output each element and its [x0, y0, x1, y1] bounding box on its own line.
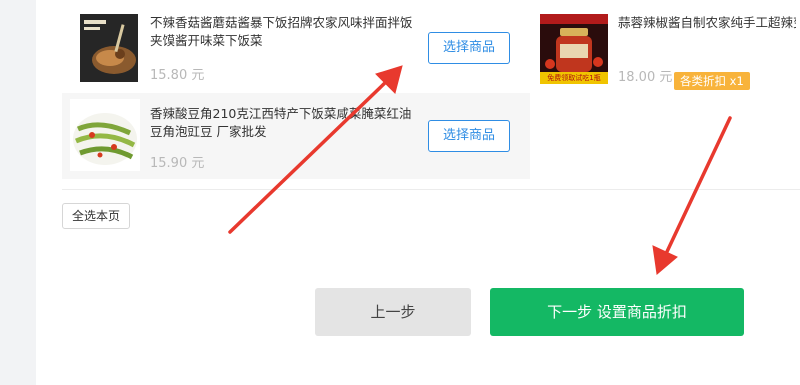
select-product-button-1[interactable]: 选择商品 [428, 32, 510, 64]
select-product-button-3[interactable]: 选择商品 [428, 120, 510, 152]
select-all-page-button[interactable]: 全选本页 [62, 203, 130, 229]
product-thumbnail-3 [70, 99, 140, 171]
product-price-3: 15.90 元 [150, 156, 205, 171]
pickled-beans-bowl-photo-icon [70, 99, 140, 171]
product-title-3: 香辣酸豆角210克江西特产下饭菜咸菜腌菜红油豆角泡豇豆 厂家批发 [150, 106, 412, 139]
product-card-3: 香辣酸豆角210克江西特产下饭菜咸菜腌菜红油豆角泡豇豆 厂家批发 15.90 元… [62, 93, 530, 179]
discount-badge: 各类折扣 x1 [674, 72, 750, 90]
product-card-1: 不辣香菇酱蘑菇酱暴下饭招牌农家风味拌面拌饭夹馍酱开味菜下饭菜 15.80 元 选… [62, 8, 530, 88]
product-price-2: 18.00 元 [618, 70, 673, 85]
product-thumbnail-2: 免费领取试吃1瓶 [540, 14, 608, 84]
previous-step-button[interactable]: 上一步 [315, 288, 471, 336]
product-card-2: 免费领取试吃1瓶 蒜蓉辣椒酱自制农家纯手工超辣变态香辣剁椒酱190g 18.00… [530, 8, 800, 90]
list-divider [62, 189, 800, 190]
product-title-1: 不辣香菇酱蘑菇酱暴下饭招牌农家风味拌面拌饭夹馍酱开味菜下饭菜 [150, 15, 413, 48]
product-title-2: 蒜蓉辣椒酱自制农家纯手工超辣变态香辣剁椒酱190g [618, 15, 796, 30]
product-price-1: 15.80 元 [150, 68, 205, 83]
mushroom-sauce-jar-photo-icon [80, 14, 138, 82]
thumbnail-caption: 免费领取试吃1瓶 [547, 74, 601, 82]
next-step-set-discount-button[interactable]: 下一步 设置商品折扣 [490, 288, 744, 336]
product-thumbnail-1 [80, 14, 138, 82]
